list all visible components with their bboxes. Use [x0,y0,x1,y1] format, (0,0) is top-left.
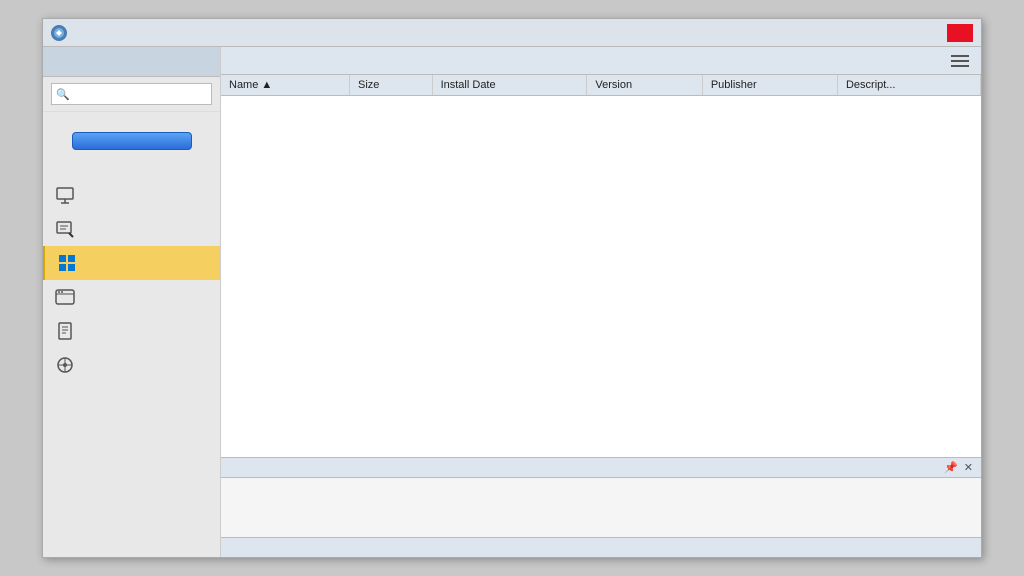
search-input-wrapper[interactable]: 🔍 [51,83,212,105]
windows-icon [57,253,77,273]
col-name[interactable]: Name ▲ [221,75,350,96]
table-header-row: Name ▲ Size Install Date Version Publish… [221,75,981,96]
apps-table-container[interactable]: Name ▲ Size Install Date Version Publish… [221,75,981,457]
hunter-icon [55,355,75,375]
monitor-icon [55,185,75,205]
menu-button[interactable] [951,55,969,67]
description-text [221,478,981,490]
sidebar: 🔍 [43,47,221,557]
hamburger-line-2 [951,60,969,62]
pin-button[interactable]: 📌 [944,461,958,474]
uninstall-button[interactable] [72,132,192,150]
description-panel: 📌 ✕ [221,457,981,537]
col-size[interactable]: Size [350,75,433,96]
search-field[interactable] [73,88,207,100]
main-window: 🔍 [42,18,982,558]
description-panel-controls: 📌 ✕ [944,461,973,474]
title-bar-left [51,25,73,41]
window-controls [891,24,973,42]
browser-icon [55,287,75,307]
col-description[interactable]: Descript... [837,75,980,96]
col-version[interactable]: Version [587,75,702,96]
sidebar-item-windows-apps[interactable] [43,246,220,280]
content-header [221,47,981,75]
sidebar-item-hunter-mode[interactable] [43,348,220,382]
content-area: Name ▲ Size Install Date Version Publish… [221,47,981,557]
sidebar-item-all-programs[interactable] [43,178,220,212]
content-header-right [943,55,969,67]
hamburger-line-1 [951,55,969,57]
col-install-date[interactable]: Install Date [432,75,587,96]
sidebar-nav [43,174,220,557]
app-icon [51,25,67,41]
close-button[interactable] [947,24,973,42]
status-bar [221,537,981,557]
tools-divider [43,382,220,394]
maximize-button[interactable] [919,24,945,42]
description-panel-header: 📌 ✕ [221,458,981,478]
close-panel-button[interactable]: ✕ [964,461,973,474]
sidebar-item-logs-database[interactable] [43,314,220,348]
sidebar-header [43,47,220,77]
apps-table: Name ▲ Size Install Date Version Publish… [221,75,981,96]
col-publisher[interactable]: Publisher [702,75,837,96]
sidebar-item-browser-extensions[interactable] [43,280,220,314]
title-bar [43,19,981,47]
main-area: 🔍 [43,47,981,557]
search-bar: 🔍 [43,77,220,112]
hamburger-line-3 [951,65,969,67]
logs-icon [55,321,75,341]
sidebar-item-traced-programs[interactable] [43,212,220,246]
minimize-button[interactable] [891,24,917,42]
trace-icon [55,219,75,239]
